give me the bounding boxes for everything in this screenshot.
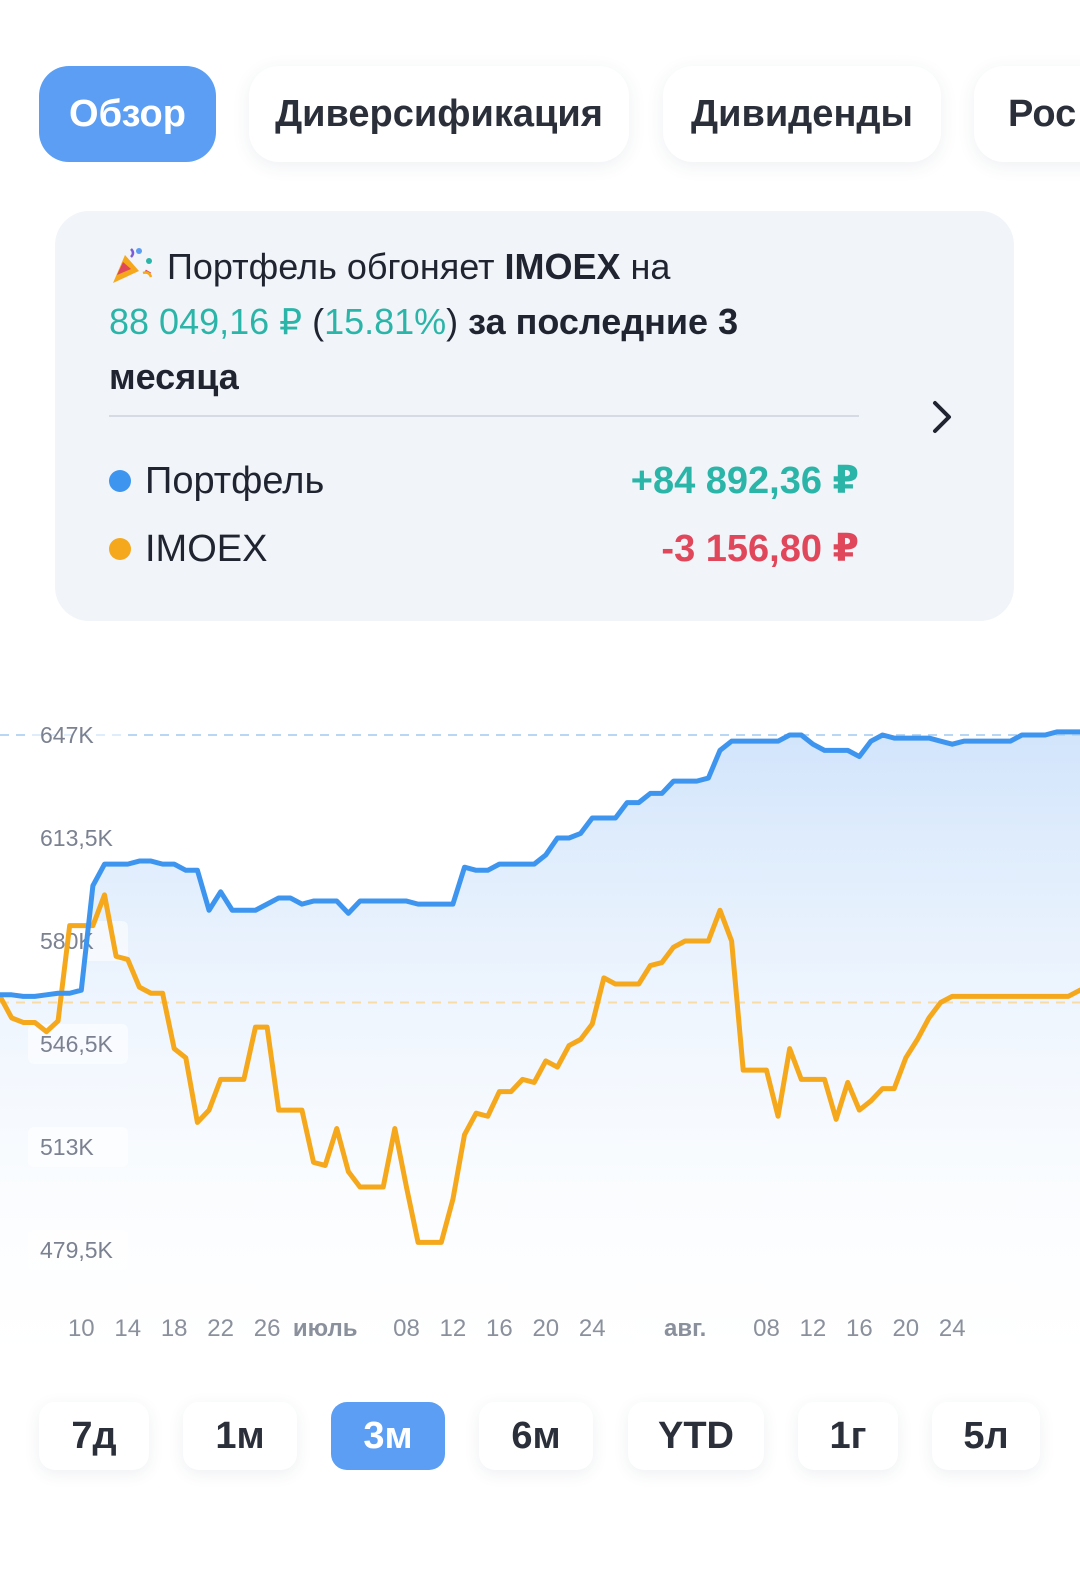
- x-tick-label: 26: [254, 1315, 281, 1342]
- y-tick-label: 647K: [40, 722, 94, 748]
- period-1y-button[interactable]: 1г: [798, 1402, 898, 1470]
- card-divider: [109, 415, 859, 417]
- period-5y-button[interactable]: 5л: [932, 1402, 1040, 1470]
- chevron-right-icon[interactable]: [927, 397, 957, 437]
- outperformance-percent: 15.81%: [324, 301, 447, 342]
- x-tick-label: 20: [532, 1315, 559, 1342]
- performance-chart[interactable]: 647K613,5K580K546,5K513K479,5K 10 14 18 22 2…: [0, 660, 1080, 1360]
- x-tick-label: 12: [440, 1315, 467, 1342]
- y-tick-label: 613,5K: [40, 825, 114, 851]
- y-tick-label: 546,5K: [40, 1031, 114, 1057]
- comparison-card[interactable]: Портфель обгоняет IMOEX на 88 049,16 ₽ (1…: [55, 211, 1014, 621]
- period-3m-button[interactable]: 3м: [331, 1402, 445, 1470]
- legend-portfolio: Портфель +84 892,36 ₽: [109, 456, 859, 506]
- x-tick-label: 16: [846, 1315, 873, 1342]
- period-selector: 7д 1м 3м 6м YTD 1г 5л: [0, 1402, 1080, 1472]
- x-tick-label: 22: [207, 1315, 234, 1342]
- comparison-headline: Портфель обгоняет IMOEX на 88 049,16 ₽ (1…: [109, 239, 809, 404]
- tab-overview[interactable]: Обзор: [39, 66, 216, 162]
- headline-text-2: на: [620, 246, 671, 287]
- x-tick-label: 18: [161, 1315, 188, 1342]
- portfolio-dot: [109, 470, 131, 492]
- legend-portfolio-label: Портфель: [145, 460, 325, 502]
- period-1m-button[interactable]: 1м: [183, 1402, 297, 1470]
- tab-growth[interactable]: Рос: [974, 66, 1080, 162]
- x-tick-label: 08: [393, 1315, 420, 1342]
- party-popper-icon: [113, 248, 153, 283]
- tab-dividends[interactable]: Дивиденды: [663, 66, 941, 162]
- legend-imoex-value: -3 156,80 ₽: [661, 528, 859, 570]
- x-tick-label: 08: [753, 1315, 780, 1342]
- headline-index-name: IMOEX: [504, 246, 621, 287]
- period-7d-button[interactable]: 7д: [39, 1402, 149, 1470]
- period-ytd-button[interactable]: YTD: [628, 1402, 764, 1470]
- paren-close: ): [446, 301, 459, 342]
- legend-portfolio-value: +84 892,36 ₽: [630, 460, 859, 502]
- x-tick-label: 16: [486, 1315, 513, 1342]
- x-tick-label: 24: [939, 1315, 966, 1342]
- x-tick-label: 24: [579, 1315, 606, 1342]
- tab-bar: Обзор Диверсификация Дивиденды Рос: [0, 66, 1080, 164]
- outperformance-amount: 88 049,16 ₽: [109, 301, 303, 342]
- x-tick-label: 20: [892, 1315, 919, 1342]
- x-tick-label: 10: [68, 1315, 95, 1342]
- paren-open: (: [302, 301, 325, 342]
- headline-text-1: Портфель обгоняет: [167, 246, 505, 287]
- y-tick-label: 513K: [40, 1134, 94, 1160]
- imoex-dot: [109, 538, 131, 560]
- x-tick-label: июль: [293, 1315, 358, 1342]
- y-tick-label: 479,5K: [40, 1237, 114, 1263]
- legend-imoex-label: IMOEX: [145, 528, 268, 570]
- period-6m-button[interactable]: 6м: [479, 1402, 593, 1470]
- x-tick-label: авг.: [664, 1315, 706, 1342]
- tab-diversification[interactable]: Диверсификация: [249, 66, 629, 162]
- legend-imoex: IMOEX -3 156,80 ₽: [109, 524, 859, 574]
- x-tick-label: 14: [114, 1315, 141, 1342]
- portfolio-area-fill: [0, 731, 1080, 1360]
- x-tick-label: 12: [800, 1315, 827, 1342]
